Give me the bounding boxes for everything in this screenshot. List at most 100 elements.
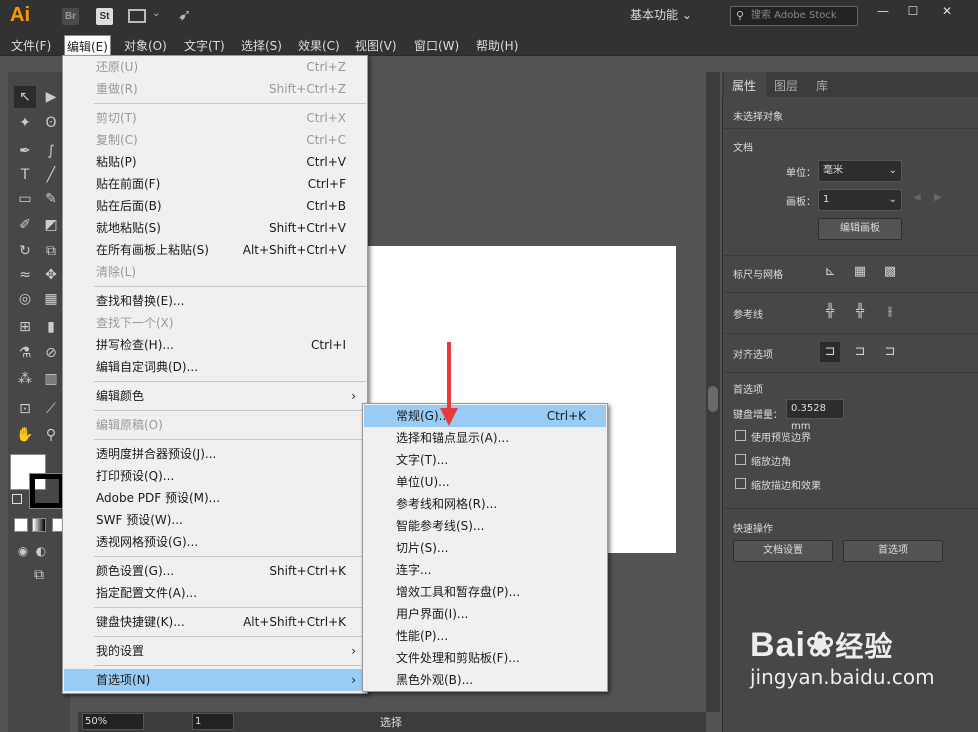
color-mode-icon[interactable]	[14, 518, 28, 532]
menu-help[interactable]: 帮助(H)	[473, 37, 521, 54]
artboard-tool-icon[interactable]: ⊡	[14, 398, 36, 420]
paintbrush-icon[interactable]: ✎	[40, 188, 62, 210]
bridge-icon[interactable]: Br	[62, 8, 79, 25]
edit-menu-item[interactable]: 在所有画板上粘贴(S) Alt+Shift+Ctrl+V	[64, 239, 366, 261]
eyedropper-icon[interactable]: ⚗	[14, 342, 36, 364]
preferences-menu-item[interactable]: 参考线和网格(R)...	[364, 493, 606, 515]
edit-menu-item[interactable]: Adobe PDF 预设(M)...	[64, 487, 366, 509]
next-artboard-icon[interactable]: ▶	[934, 192, 942, 203]
artboard-navigation-input[interactable]: 1	[192, 713, 234, 730]
chevron-down-icon[interactable]: ⌄	[152, 8, 160, 19]
stroke-swatch[interactable]	[29, 473, 65, 509]
edit-menu-item[interactable]: 贴在前面(F) Ctrl+F	[64, 173, 366, 195]
curvature-tool-icon[interactable]: ∫	[40, 140, 62, 162]
preferences-menu-item[interactable]: 文件处理和剪贴板(F)...	[364, 647, 606, 669]
scrollbar-thumb[interactable]	[708, 386, 718, 412]
prev-artboard-icon[interactable]: ◀	[913, 192, 921, 203]
edit-menu-item[interactable]: 透明度拼合器预设(J)...	[64, 443, 366, 465]
edit-menu-item[interactable]: 首选项(N) ›	[64, 669, 366, 691]
menu-window[interactable]: 窗口(W)	[411, 37, 462, 54]
scale-tool-icon[interactable]: ⧉	[40, 240, 62, 262]
menu-file[interactable]: 文件(F)	[8, 37, 54, 54]
menu-object[interactable]: 对象(O)	[121, 37, 170, 54]
smart-guides-icon[interactable]: ⫲	[880, 302, 900, 322]
edit-menu-item[interactable]: 我的设置 ›	[64, 640, 366, 662]
menu-view[interactable]: 视图(V)	[352, 37, 400, 54]
ruler-icon[interactable]: ⊾	[820, 262, 840, 282]
scale-corners-checkbox[interactable]	[735, 454, 746, 465]
unit-dropdown[interactable]: 毫米 ⌄	[818, 160, 902, 182]
hand-tool-icon[interactable]: ✋	[14, 424, 36, 446]
preferences-menu-item[interactable]: 文字(T)...	[364, 449, 606, 471]
preferences-menu-item[interactable]: 连字...	[364, 559, 606, 581]
maximize-button[interactable]: ☐	[898, 2, 928, 22]
arrange-documents-icon[interactable]	[128, 9, 146, 23]
symbol-sprayer-icon[interactable]: ⁂	[14, 368, 36, 390]
edit-menu-item[interactable]: 就地粘贴(S) Shift+Ctrl+V	[64, 217, 366, 239]
stock-search-input[interactable]: 搜索 Adobe Stock	[730, 6, 858, 26]
preferences-menu-item[interactable]: 用户界面(I)...	[364, 603, 606, 625]
use-preview-bounds-checkbox[interactable]	[735, 430, 746, 441]
tab-libraries[interactable]: 库	[816, 77, 828, 94]
zoom-input[interactable]: 50%	[82, 713, 144, 730]
direct-selection-tool-icon[interactable]: ▶	[40, 86, 62, 108]
preferences-menu-item[interactable]: 选择和锚点显示(A)...	[364, 427, 606, 449]
keyboard-increment-input[interactable]: 0.3528 mm	[786, 399, 844, 432]
mesh-tool-icon[interactable]: ⊞	[14, 316, 36, 338]
edit-menu-item[interactable]: 拼写检查(H)... Ctrl+I	[64, 334, 366, 356]
line-tool-icon[interactable]: ╱	[40, 164, 62, 186]
edit-menu-item[interactable]: 键盘快捷键(K)... Alt+Shift+Ctrl+K	[64, 611, 366, 633]
menu-type[interactable]: 文字(T)	[181, 37, 228, 54]
free-transform-icon[interactable]: ✥	[40, 264, 62, 286]
rotate-tool-icon[interactable]: ↻	[14, 240, 36, 262]
guides-icon[interactable]: ╬	[820, 302, 840, 322]
preferences-menu-item[interactable]: 单位(U)...	[364, 471, 606, 493]
edit-menu-item[interactable]: 贴在后面(B) Ctrl+B	[64, 195, 366, 217]
preferences-menu-item[interactable]: 性能(P)...	[364, 625, 606, 647]
close-button[interactable]: ✕	[932, 2, 962, 22]
edit-artboard-button[interactable]: 编辑画板	[818, 218, 902, 240]
align-anchor-icon[interactable]: ⊐	[880, 342, 900, 362]
rectangle-tool-icon[interactable]: ▭	[14, 188, 36, 210]
preferences-button[interactable]: 首选项	[843, 540, 943, 562]
lock-guides-icon[interactable]: ╬	[850, 302, 870, 322]
edit-menu-item[interactable]: 打印预设(Q)...	[64, 465, 366, 487]
edit-menu-item[interactable]: 颜色设置(G)... Shift+Ctrl+K	[64, 560, 366, 582]
graph-tool-icon[interactable]: ▥	[40, 368, 62, 390]
align-glyph-icon[interactable]: ⊐	[850, 342, 870, 362]
edit-menu-item[interactable]: 编辑颜色 ›	[64, 385, 366, 407]
preferences-menu-item[interactable]: 增效工具和暂存盘(P)...	[364, 581, 606, 603]
preferences-menu-item[interactable]: 切片(S)...	[364, 537, 606, 559]
zoom-tool-icon[interactable]: ⚲	[40, 424, 62, 446]
draw-behind-icon[interactable]: ◐	[30, 540, 52, 562]
tab-properties[interactable]: 属性	[732, 77, 756, 94]
edit-menu-item[interactable]: 透视网格预设(G)...	[64, 531, 366, 553]
edit-menu-item[interactable]: 编辑自定词典(D)...	[64, 356, 366, 378]
warp-tool-icon[interactable]: ≈	[14, 264, 36, 286]
workspace-switcher[interactable]: 基本功能 ⌄	[630, 6, 692, 23]
type-tool-icon[interactable]: T	[14, 164, 36, 186]
artboard-dropdown[interactable]: 1 ⌄	[818, 189, 902, 211]
preferences-menu-item[interactable]: 黑色外观(B)...	[364, 669, 606, 691]
rocket-icon[interactable]: ➹	[178, 5, 191, 24]
scale-strokes-checkbox[interactable]	[735, 478, 746, 489]
minimize-button[interactable]: —	[868, 2, 898, 22]
eraser-icon[interactable]: ◩	[40, 214, 62, 236]
menu-select[interactable]: 选择(S)	[238, 37, 285, 54]
tab-layers[interactable]: 图层	[774, 77, 798, 94]
grid-icon[interactable]: ▦	[850, 262, 870, 282]
edit-menu-item[interactable]: SWF 预设(W)...	[64, 509, 366, 531]
document-setup-button[interactable]: 文档设置	[733, 540, 833, 562]
shaper-tool-icon[interactable]: ✐	[14, 214, 36, 236]
default-colors-icon[interactable]	[12, 494, 22, 504]
screen-mode-icon[interactable]: ⧉	[28, 564, 50, 586]
slice-tool-icon[interactable]: ⟋	[40, 398, 62, 420]
gradient-mode-icon[interactable]	[32, 518, 46, 532]
edit-menu-item[interactable]: 指定配置文件(A)...	[64, 582, 366, 604]
blend-tool-icon[interactable]: ⊘	[40, 342, 62, 364]
preferences-menu-item[interactable]: 智能参考线(S)...	[364, 515, 606, 537]
transparency-grid-icon[interactable]: ▩	[880, 262, 900, 282]
stock-icon[interactable]: St	[96, 8, 113, 25]
menu-effect[interactable]: 效果(C)	[295, 37, 343, 54]
gradient-tool-icon[interactable]: ▮	[40, 316, 62, 338]
